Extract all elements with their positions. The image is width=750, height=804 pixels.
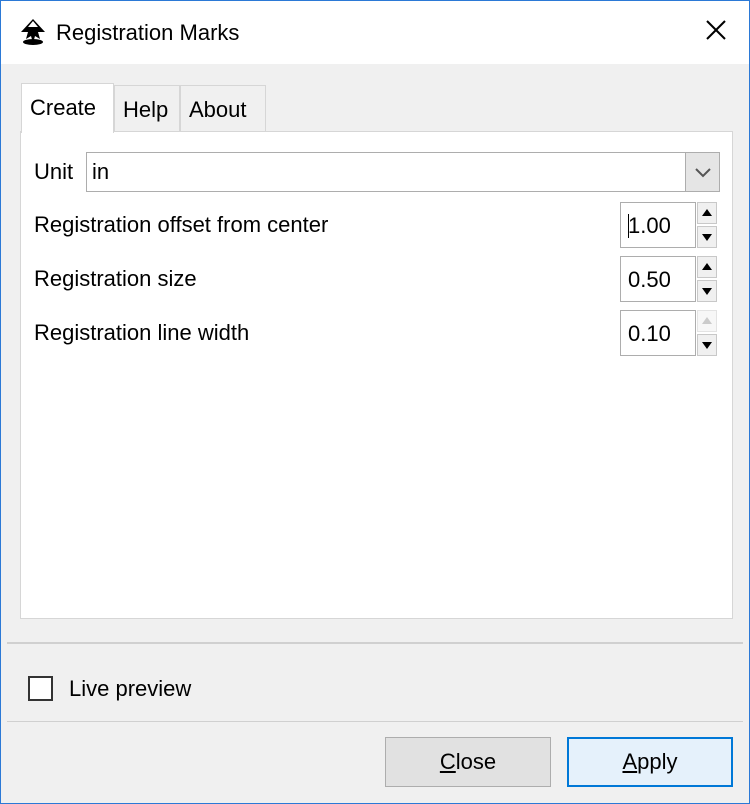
unit-label: Unit [34,159,74,184]
window-title: Registration Marks [56,20,240,45]
arrow-down-icon [702,342,712,349]
inkscape-icon [21,19,45,45]
line-width-value: 0.10 [628,321,671,346]
live-preview-label: Live preview [69,676,192,701]
apply-label-rest: pply [637,749,678,774]
chevron-down-icon [695,168,711,178]
close-icon[interactable] [699,13,733,47]
line-width-label: Registration line width [34,320,250,345]
size-increment-button[interactable] [697,256,717,278]
apply-mnemonic: A [622,749,638,774]
offset-spinner[interactable]: 1.00 [620,202,720,248]
separator [7,642,743,644]
offset-label: Registration offset from center [34,212,329,237]
title-bar[interactable]: Registration Marks [1,1,749,64]
unit-select[interactable]: in [86,152,720,192]
size-label: Registration size [34,266,197,291]
line-width-spinner[interactable]: 0.10 [620,310,720,356]
line-width-increment-button[interactable] [697,310,717,332]
line-width-decrement-button[interactable] [697,334,717,356]
arrow-down-icon [702,288,712,295]
tab-label: Create [30,95,97,120]
size-value: 0.50 [628,267,671,292]
offset-input[interactable]: 1.00 [620,202,696,248]
unit-value: in [92,159,110,184]
tab-about[interactable]: About [180,85,266,133]
separator [7,721,743,722]
tab-label: About [189,97,247,122]
close-button[interactable]: Close [385,737,551,787]
arrow-up-icon [702,263,712,270]
dialog-window: Registration Marks Create Help About Uni… [0,0,750,804]
unit-dropdown-button[interactable] [685,153,719,191]
size-input[interactable]: 0.50 [620,256,696,302]
tab-panel-create: Unit in Registration offset from center … [20,131,733,619]
line-width-input[interactable]: 0.10 [620,310,696,356]
arrow-up-icon [702,209,712,216]
tab-help[interactable]: Help [114,85,180,133]
tab-create[interactable]: Create [21,83,114,133]
offset-increment-button[interactable] [697,202,717,224]
close-label-rest: lose [455,749,497,774]
offset-value: 1.00 [628,213,671,238]
content-area: Create Help About Unit in Registration o… [1,64,749,643]
apply-button[interactable]: Apply [567,737,733,787]
tab-label: Help [123,97,169,122]
size-spinner[interactable]: 0.50 [620,256,720,302]
offset-decrement-button[interactable] [697,226,717,248]
arrow-down-icon [702,234,712,241]
arrow-up-icon [702,317,712,324]
live-preview-checkbox[interactable] [28,676,53,701]
size-decrement-button[interactable] [697,280,717,302]
close-mnemonic: C [439,749,456,774]
